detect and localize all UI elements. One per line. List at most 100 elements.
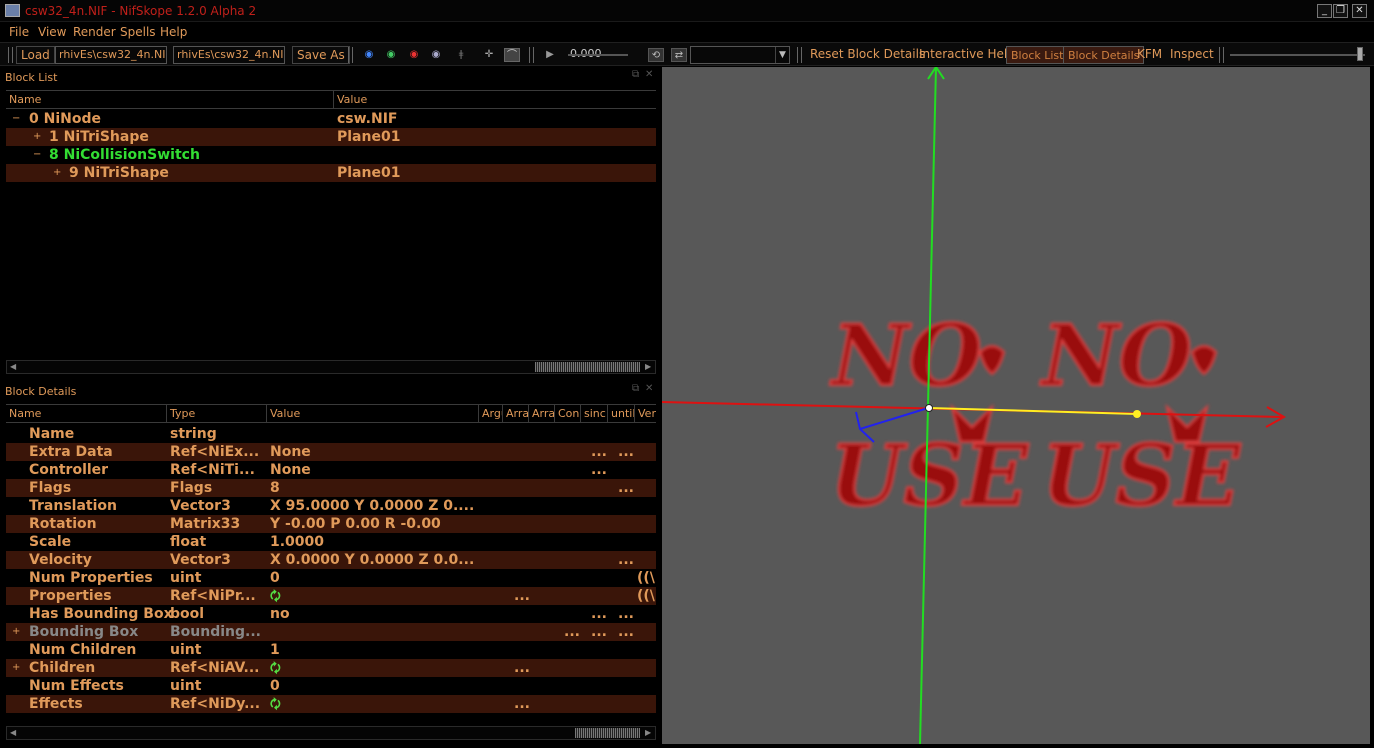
scroll-thumb[interactable] [575,728,640,738]
detail-row[interactable]: Velocity Vector3 X 0.0000 Y 0.0000 Z 0.0..… [6,551,656,569]
interactive-help-button[interactable]: Interactive Help [915,46,1019,64]
detail-row[interactable]: Has Bounding Box bool no...... [6,605,656,623]
close-button[interactable]: ✕ [1352,4,1367,18]
tree-row[interactable]: − 8 NiCollisionSwitch [6,146,656,164]
minimize-button[interactable]: _ [1317,4,1332,18]
float-panel-icon[interactable]: ⧉ [632,383,639,394]
detail-row[interactable]: Name string [6,425,656,443]
detail-row[interactable]: Effects Ref<NiDy... 🗘... [6,695,656,713]
column-header-argument[interactable]: Argu [479,405,503,422]
detail-row[interactable]: Controller Ref<NiTi... None... [6,461,656,479]
animation-combo[interactable]: ▼ [690,46,790,64]
save-as-button[interactable]: Save As [292,46,350,64]
ellipsis-button[interactable]: ... [564,623,580,641]
save-path-field[interactable]: rhivEs\csw32_4n.NIF [173,46,285,64]
detail-row[interactable]: Num Children uint 1 [6,641,656,659]
block-details-hscrollbar[interactable]: ◀ ▶ [6,726,656,740]
menu-render[interactable]: Render [73,25,116,39]
figure-icon[interactable]: ǂ [453,48,469,62]
maximize-button[interactable]: ❐ [1333,4,1348,18]
ellipsis-button[interactable]: ... [591,443,607,461]
ellipsis-button[interactable]: ... [591,605,607,623]
detail-row[interactable]: + Bounding Box Bounding............ [6,623,656,641]
ellipsis-button[interactable]: ... [618,605,634,623]
column-header-since[interactable]: sinc [581,405,608,422]
float-panel-icon[interactable]: ⧉ [632,69,639,80]
column-header-array1[interactable]: Arra [503,405,529,422]
refresh-icon[interactable]: 🗘 [270,659,478,677]
expand-icon[interactable]: + [12,659,20,677]
column-header-array2[interactable]: Arra [529,405,555,422]
toolbar-grip[interactable] [348,47,353,63]
reset-block-details-button[interactable]: Reset Block Details [806,46,929,64]
refresh-icon[interactable]: 🗘 [270,695,478,713]
loop-icon[interactable]: ⟲ [648,48,664,62]
detail-row[interactable]: Extra Data Ref<NiEx... None...... [6,443,656,461]
tree-row[interactable]: + 9 NiTriShape Plane01 [6,164,656,182]
ellipsis-button[interactable]: ... [591,623,607,641]
detail-row[interactable]: Num Effects uint 0 [6,677,656,695]
tree-row[interactable]: + 1 NiTriShape Plane01 [6,128,656,146]
scroll-left-icon[interactable]: ◀ [10,727,16,739]
detail-row[interactable]: Rotation Matrix33 Y -0.00 P 0.00 R -0.00 [6,515,656,533]
scroll-right-icon[interactable]: ▶ [645,361,651,373]
eye-green-icon[interactable]: ◉ [383,48,399,62]
center-icon[interactable]: ✛ [481,48,497,62]
ellipsis-button[interactable]: ... [618,479,634,497]
time-slider-track[interactable] [568,54,628,56]
zoom-slider-track[interactable] [1230,54,1365,56]
menu-file[interactable]: File [9,25,29,39]
switch-icon[interactable]: ⇄ [671,48,687,62]
block-list-hscrollbar[interactable]: ◀ ▶ [6,360,656,374]
eye-white-icon[interactable]: ◉ [428,48,444,62]
toolbar-grip[interactable] [529,47,534,63]
toolbar-grip[interactable] [1219,47,1224,63]
scroll-left-icon[interactable]: ◀ [10,361,16,373]
flip-icon[interactable]: ⌒ [504,48,520,62]
column-header-value[interactable]: Value [334,91,656,109]
origin-point[interactable] [925,404,933,412]
column-header-version[interactable]: Vers [635,405,656,422]
column-header-value[interactable]: Value [267,405,479,422]
detail-row[interactable]: Translation Vector3 X 95.0000 Y 0.0000 Z 0… [6,497,656,515]
expand-icon[interactable]: + [53,164,61,182]
toolbar-grip[interactable] [8,47,13,63]
toolbar-grip[interactable] [797,47,802,63]
collapse-icon[interactable]: − [33,146,41,164]
play-icon[interactable]: ▶ [542,48,558,62]
refresh-icon[interactable]: 🗘 [270,587,478,605]
load-path-field[interactable]: rhivEs\csw32_4n.NIF [55,46,167,64]
expand-icon[interactable]: + [12,623,20,641]
column-header-type[interactable]: Type [167,405,267,422]
ellipsis-button[interactable]: ... [514,695,530,713]
menu-spells[interactable]: Spells [120,25,156,39]
detail-row[interactable]: Scale float 1.0000 [6,533,656,551]
ellipsis-button[interactable]: ... [591,461,607,479]
menu-view[interactable]: View [38,25,66,39]
detail-row[interactable]: Flags Flags 8... [6,479,656,497]
ellipsis-button[interactable]: ... [618,551,634,569]
menu-help[interactable]: Help [160,25,187,39]
eye-red-icon[interactable]: ◉ [406,48,422,62]
render-viewport[interactable]: NO NO USE USE [662,67,1370,744]
detail-row[interactable]: Properties Ref<NiPr... 🗘... ((\ [6,587,656,605]
column-header-until[interactable]: until [608,405,635,422]
ellipsis-button[interactable]: ... [618,443,634,461]
ellipsis-button[interactable]: ... [514,587,530,605]
scroll-thumb[interactable] [535,362,640,372]
eye-blue-icon[interactable]: ◉ [361,48,377,62]
selected-node-point[interactable] [1133,410,1141,418]
zoom-slider-handle[interactable] [1357,47,1363,61]
close-panel-icon[interactable]: ✕ [645,69,653,80]
detail-row[interactable]: Num Properties uint 0 ((\ [6,569,656,587]
inspect-button[interactable]: Inspect [1166,46,1218,64]
column-header-condition[interactable]: Con [555,405,581,422]
collapse-icon[interactable]: − [12,110,20,128]
ellipsis-button[interactable]: ... [514,659,530,677]
block-list-toggle[interactable]: Block List [1006,46,1069,64]
detail-row[interactable]: + Children Ref<NiAV... 🗘... [6,659,656,677]
load-button[interactable]: Load [16,46,55,64]
scroll-right-icon[interactable]: ▶ [645,727,651,739]
expand-icon[interactable]: + [33,128,41,146]
kfm-button[interactable]: KFM [1133,46,1166,64]
